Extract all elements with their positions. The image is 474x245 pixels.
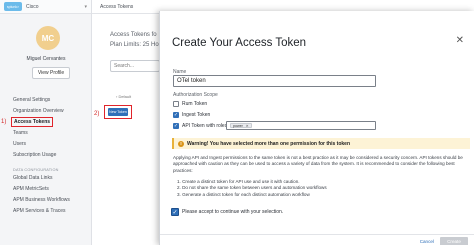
sidebar-item-apm-services-traces[interactable]: APM Services & Traces — [0, 205, 92, 216]
api-token-checkbox[interactable]: ✓ — [173, 123, 179, 129]
step-1-annotation: 1) — [1, 119, 7, 125]
ingest-token-label: Ingest Token — [182, 112, 211, 118]
step-2-annotation: 2) — [94, 111, 100, 117]
role-tag: power ✕ — [230, 123, 252, 128]
warning-banner: ! Warning! You have selected more than o… — [172, 138, 470, 149]
sidebar-item-label: APM MetricSets — [13, 185, 49, 192]
sidebar-item-subscription-usage[interactable]: Subscription Usage — [0, 149, 92, 160]
plan-limits-text: Plan Limits: 25 Ho — [110, 42, 159, 48]
sidebar-item-apm-business-workflows[interactable]: APM Business Workflows — [0, 194, 92, 205]
sidebar-item-label: Global Data Links — [13, 174, 53, 181]
sidebar-item-label: General Settings — [13, 96, 51, 103]
user-name: Miguel Cervantes — [26, 56, 66, 62]
close-icon[interactable]: ✕ — [456, 35, 464, 46]
roles-select[interactable]: power ✕ — [226, 121, 376, 130]
token-name-input[interactable]: OTel token — [173, 75, 376, 87]
warning-text: Warning! You have selected more than one… — [187, 140, 350, 147]
api-token-option[interactable]: ✓ API Token with roles : — [173, 123, 230, 129]
token-group-default[interactable]: › Default — [116, 94, 131, 99]
ingest-token-option[interactable]: ✓ Ingest Token — [173, 112, 210, 118]
search-input[interactable]: Search... — [110, 60, 160, 72]
role-tag-label: power — [233, 123, 243, 128]
sidebar-item-label: Organization Overview — [13, 107, 64, 114]
accept-label: Please accept to continue with your sele… — [182, 209, 284, 215]
splunk-logo: splunk> — [4, 2, 22, 11]
sidebar-item-label: Users — [13, 140, 27, 147]
new-token-button[interactable]: New Token — [108, 108, 128, 116]
chevron-down-icon: ▾ — [84, 3, 87, 10]
list-item: 3. Generate a distinct token for each di… — [177, 191, 310, 197]
warning-description: Applying API and Ingest permissions to t… — [173, 155, 463, 173]
rum-token-checkbox[interactable] — [173, 101, 179, 107]
create-token-modal: Create Your Access Token ✕ Name OTel tok… — [159, 11, 474, 245]
best-practices-list: 1. Create a distinct token for API use a… — [177, 179, 327, 198]
sidebar-item-general-settings[interactable]: General Settings — [0, 94, 92, 105]
org-name: Cisco — [26, 3, 39, 10]
accept-option[interactable]: ✓ Please accept to continue with your se… — [171, 208, 283, 216]
sidebar-item-teams[interactable]: Teams — [0, 127, 92, 138]
org-switcher[interactable]: splunk> Cisco ▾ — [0, 0, 91, 14]
page-title: Access Tokens fo — [110, 32, 157, 38]
rum-token-option[interactable]: Rum Token — [173, 101, 207, 107]
sidebar-nav: General Settings Organization Overview A… — [0, 94, 92, 216]
authorization-scope-label: Authorization Scope — [173, 92, 218, 98]
sidebar-item-global-data-links[interactable]: Global Data Links — [0, 172, 92, 183]
sidebar-item-label: Access Tokens — [10, 116, 54, 127]
sidebar-item-label: Subscription Usage — [13, 151, 57, 158]
modal-footer-divider — [160, 234, 474, 235]
cancel-button[interactable]: Cancel — [420, 237, 434, 245]
list-item: 2. Do not share the same token between u… — [177, 185, 327, 191]
ingest-token-checkbox[interactable]: ✓ — [173, 112, 179, 118]
avatar: MC — [36, 26, 60, 50]
api-token-label: API Token with roles : — [182, 123, 230, 129]
sidebar-item-label: APM Business Workflows — [13, 196, 70, 203]
remove-role-icon[interactable]: ✕ — [246, 124, 249, 128]
sidebar-item-label: Teams — [13, 129, 28, 136]
view-profile-button[interactable]: View Profile — [32, 67, 70, 79]
modal-title: Create Your Access Token — [172, 37, 307, 49]
sidebar-item-access-tokens[interactable]: Access Tokens — [0, 116, 92, 127]
section-heading: DATA CONFIGURATION — [13, 168, 59, 172]
rum-token-label: Rum Token — [182, 101, 208, 107]
sidebar-item-organization-overview[interactable]: Organization Overview — [0, 105, 92, 116]
sidebar-item-label: APM Services & Traces — [13, 207, 66, 214]
sidebar: splunk> Cisco ▾ MC Miguel Cervantes View… — [0, 0, 92, 245]
create-button[interactable]: Create — [440, 237, 468, 245]
sidebar-item-users[interactable]: Users — [0, 138, 92, 149]
warning-icon: ! — [178, 140, 184, 147]
sidebar-item-apm-metricsets[interactable]: APM MetricSets — [0, 183, 92, 194]
accept-checkbox[interactable]: ✓ — [171, 208, 179, 216]
